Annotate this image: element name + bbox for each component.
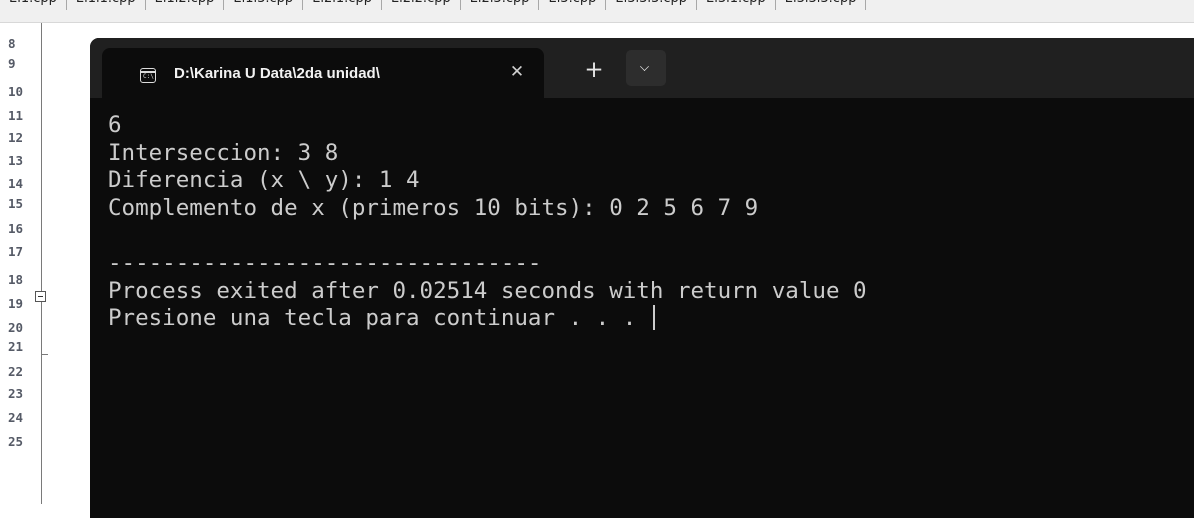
terminal-tab[interactable]: C:\ D:\Karina U Data\2da unidad\ ✕ bbox=[102, 48, 544, 98]
fold-end-tick bbox=[41, 354, 48, 355]
file-tab[interactable]: Ei1i1.cpp bbox=[67, 0, 146, 10]
terminal-tab-title: D:\Karina U Data\2da unidad\ bbox=[174, 65, 380, 82]
terminal-titlebar: C:\ D:\Karina U Data\2da unidad\ ✕ + bbox=[90, 38, 1194, 98]
separator-line: -------------------------------- bbox=[108, 249, 542, 276]
file-tab[interactable]: Ei1.cpp bbox=[0, 0, 67, 10]
line-number: 23 bbox=[8, 386, 24, 401]
line-number: 8 bbox=[8, 36, 16, 51]
fold-guide-line bbox=[41, 302, 42, 504]
new-tab-button[interactable]: + bbox=[580, 56, 608, 84]
line-number: 9 bbox=[8, 56, 16, 71]
line-number: 21 bbox=[8, 339, 24, 354]
line-number: 16 bbox=[8, 221, 24, 236]
line-number: 24 bbox=[8, 410, 24, 425]
fold-guide-line bbox=[41, 23, 42, 291]
line-number: 25 bbox=[8, 434, 24, 449]
output-line: 6 bbox=[108, 112, 122, 138]
file-tab[interactable]: Ei2i3.cpp bbox=[461, 0, 540, 10]
line-number: 15 bbox=[8, 196, 24, 211]
fold-collapse-icon[interactable] bbox=[35, 291, 46, 302]
file-tab[interactable]: Ei3i1.cpp bbox=[697, 0, 776, 10]
file-tab[interactable]: Ei1i3.cpp bbox=[224, 0, 304, 10]
line-number: 13 bbox=[8, 153, 24, 168]
line-number: 11 bbox=[8, 108, 24, 123]
terminal-window: C:\ D:\Karina U Data\2da unidad\ ✕ + 6 I… bbox=[90, 38, 1194, 518]
line-number: 10 bbox=[8, 84, 24, 99]
line-number: 17 bbox=[8, 244, 24, 259]
text-cursor bbox=[652, 305, 655, 331]
file-tab[interactable]: Ei2i2.cpp bbox=[382, 0, 461, 10]
prompt-text: Presione una tecla para continuar . . . bbox=[108, 305, 650, 332]
console-icon: C:\ bbox=[140, 68, 156, 83]
file-tab[interactable]: Ei2i1.cpp bbox=[303, 0, 382, 10]
line-number: 19 bbox=[8, 296, 24, 311]
line-number: 12 bbox=[8, 130, 24, 145]
file-tab[interactable]: Ei3i3i3.cpp bbox=[776, 0, 867, 10]
tab-dropdown-button[interactable] bbox=[626, 50, 666, 86]
file-tab[interactable]: Ei3i3i3.cpp bbox=[606, 0, 698, 10]
line-number: 18 bbox=[8, 272, 24, 287]
process-exit-line: Process exited after 0.02514 seconds wit… bbox=[108, 277, 867, 304]
file-tab[interactable]: Ei3.cpp bbox=[539, 0, 607, 10]
output-line: Interseccion: 3 8 bbox=[108, 139, 339, 166]
line-number: 22 bbox=[8, 364, 24, 379]
output-line: Complemento de x (primeros 10 bits): 0 2… bbox=[108, 194, 759, 221]
close-tab-icon[interactable]: ✕ bbox=[506, 61, 528, 83]
line-number: 14 bbox=[8, 176, 24, 191]
line-number: 20 bbox=[8, 320, 24, 335]
line-number-gutter: 8 9 10 11 12 13 14 15 16 17 18 19 20 21 … bbox=[0, 23, 90, 504]
chevron-down-icon bbox=[640, 62, 649, 71]
editor-file-tabs: Ei1.cppEi1i1.cppEi1i2.cppEi1i3.cppEi2i1.… bbox=[0, 0, 1194, 23]
terminal-output[interactable]: 6 Interseccion: 3 8 Diferencia (x \ y): … bbox=[108, 112, 1178, 333]
prompt-line: Presione una tecla para continuar . . . bbox=[108, 305, 1178, 333]
output-line: Diferencia (x \ y): 1 4 bbox=[108, 167, 420, 194]
file-tab[interactable]: Ei1i2.cpp bbox=[146, 0, 225, 10]
